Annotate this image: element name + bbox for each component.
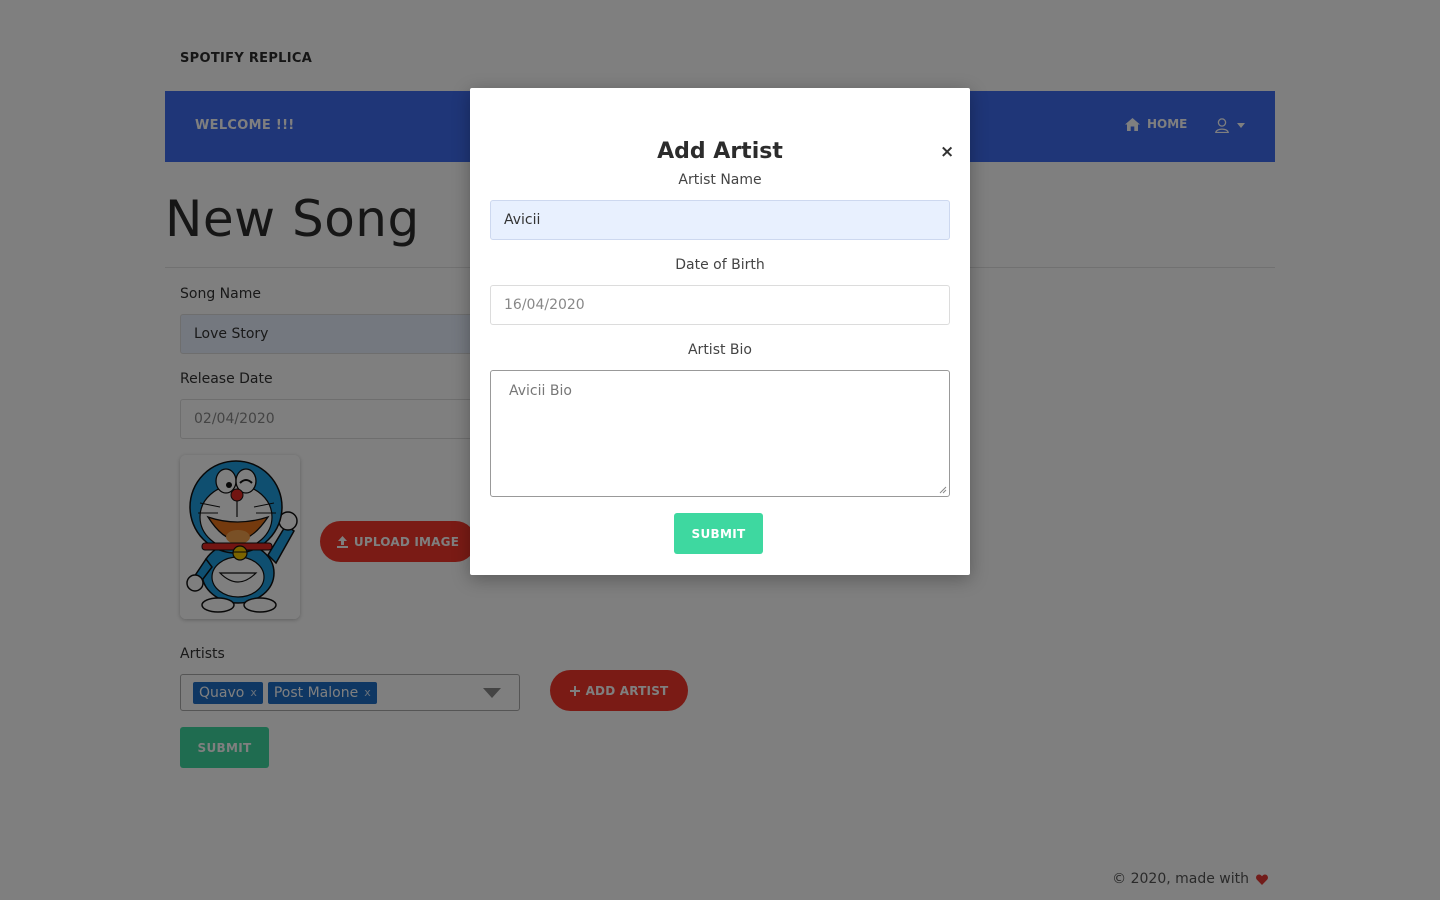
dob-label: Date of Birth	[675, 257, 765, 273]
artist-name-input[interactable]: Avicii	[490, 200, 950, 240]
artist-bio-text: Avicii Bio	[509, 383, 572, 399]
dob-input[interactable]: 16/04/2020	[490, 285, 950, 325]
add-artist-modal: Add Artist × Artist Name Avicii Date of …	[470, 88, 970, 575]
artist-bio-textarea[interactable]: Avicii Bio	[490, 370, 950, 497]
artist-bio-label: Artist Bio	[687, 342, 752, 358]
modal-title: Add Artist	[657, 139, 783, 164]
artist-name-label: Artist Name	[678, 172, 762, 188]
modal-submit-button[interactable]: SUBMIT	[674, 513, 763, 554]
resize-grip-icon[interactable]	[939, 486, 947, 494]
modal-close-icon[interactable]: ×	[940, 142, 954, 162]
